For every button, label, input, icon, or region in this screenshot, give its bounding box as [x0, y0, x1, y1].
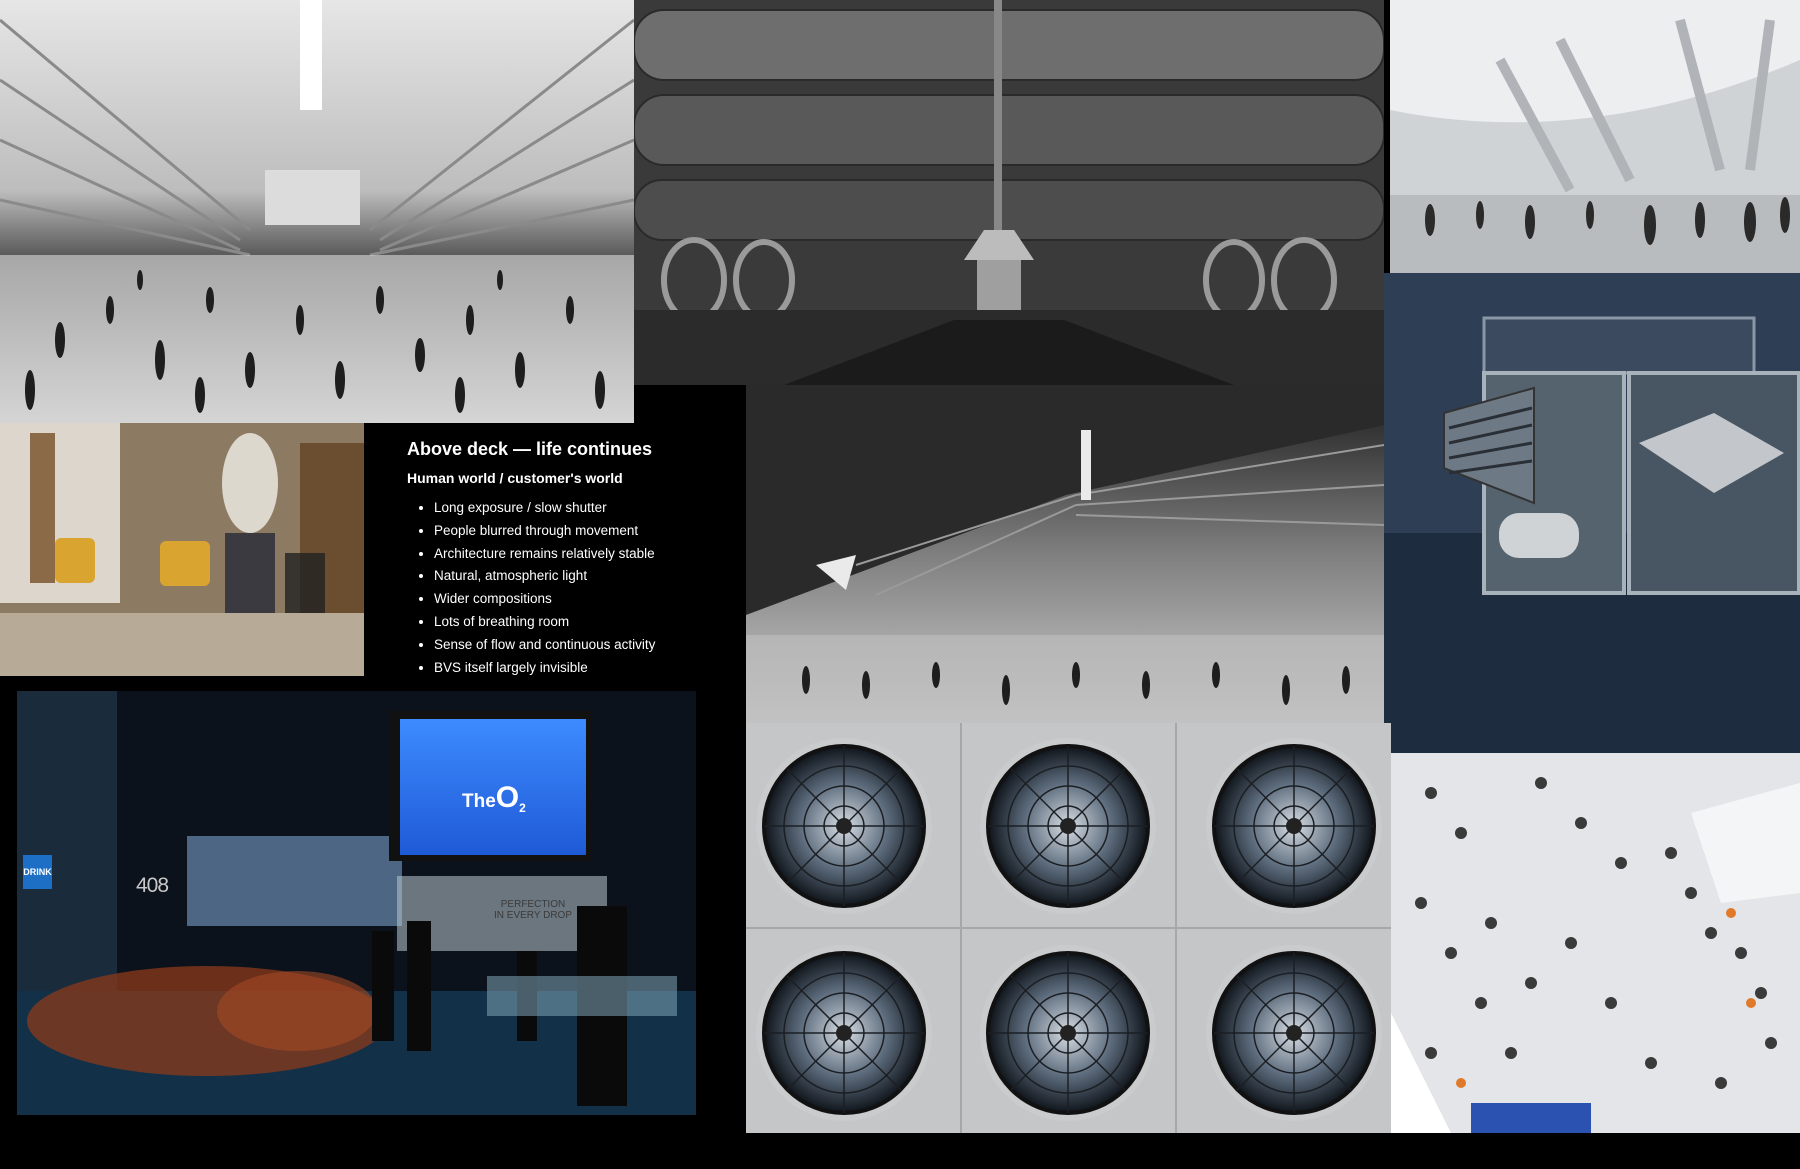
panel-subtitle: Human world / customer's world: [407, 470, 623, 486]
list-item: Wider compositions: [434, 588, 655, 611]
photo-ahu-unit: [1384, 273, 1800, 753]
text-panel: Above deck — life continues Human world …: [364, 423, 734, 683]
banner-line: PERFECTION: [500, 899, 566, 910]
bullet-list: Long exposure / slow shutter People blur…: [425, 497, 655, 679]
panel-title: Above deck — life continues: [407, 439, 653, 459]
drink-sign: DRINK: [23, 855, 52, 889]
list-item: BVS itself largely invisible: [434, 657, 655, 680]
list-item: Architecture remains relatively stable: [434, 543, 655, 566]
photo-oculus-corridor: [1390, 0, 1800, 273]
photo-atrium-crowd: [0, 0, 634, 423]
banner-text: PERFECTION IN EVERY DROP: [494, 899, 572, 921]
photo-o2-venue: TheO2 DRINK 408 PERFECTION IN EVERY DROP: [17, 691, 696, 1115]
photo-ductwork: [634, 0, 1384, 385]
o2-logo: TheO2: [462, 781, 526, 815]
gate-number: 408: [136, 874, 169, 897]
photo-fan-array: [746, 723, 1391, 1133]
list-item: Long exposure / slow shutter: [434, 497, 655, 520]
banner-line: IN EVERY DROP: [494, 910, 572, 921]
list-item: Lots of breathing room: [434, 611, 655, 634]
list-item: Natural, atmospheric light: [434, 565, 655, 588]
photo-hall-wing: [746, 385, 1384, 723]
list-item: Sense of flow and continuous activity: [434, 634, 655, 657]
o2-logo-letter: O: [495, 781, 520, 814]
o2-logo-word: The: [462, 791, 496, 812]
o2-logo-sub: 2: [519, 800, 526, 815]
photo-lobby-walker: [0, 423, 364, 676]
photo-aerial-crowd: [1391, 753, 1800, 1133]
o2-screen: TheO2: [400, 719, 586, 855]
list-item: People blurred through movement: [434, 520, 655, 543]
